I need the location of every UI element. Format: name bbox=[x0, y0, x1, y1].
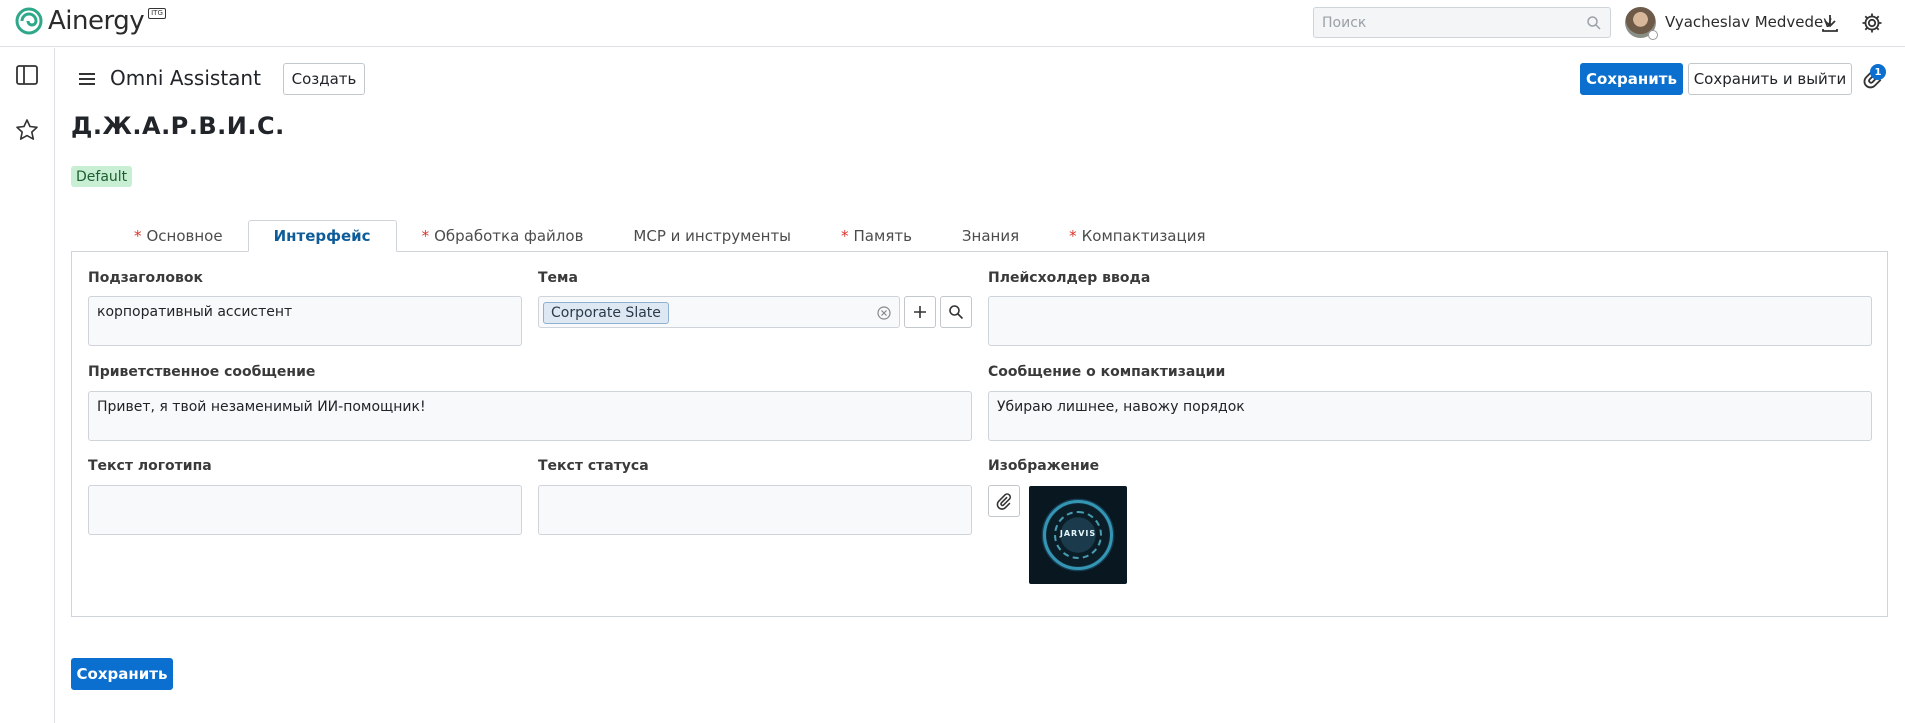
required-marker: * bbox=[1069, 227, 1077, 245]
add-theme-button[interactable] bbox=[904, 296, 936, 328]
magnifier-icon bbox=[949, 305, 964, 320]
input-placeholder-label: Плейсхолдер ввода bbox=[988, 270, 1151, 286]
logo-mark-icon bbox=[15, 7, 43, 35]
search-input[interactable] bbox=[1314, 8, 1574, 37]
footer-save-button[interactable]: Сохранить bbox=[71, 658, 173, 690]
clear-circle-icon[interactable] bbox=[875, 304, 893, 322]
search-theme-button[interactable] bbox=[940, 296, 972, 328]
logo-text-label: Текст логотипа bbox=[88, 458, 212, 474]
record-title: Д.Ж.А.Р.В.И.С. bbox=[71, 112, 285, 140]
status-badge: Default bbox=[71, 166, 133, 187]
assistant-image[interactable]: JARVIS bbox=[1029, 486, 1127, 584]
global-search bbox=[1313, 7, 1611, 38]
logo-badge: ITG bbox=[148, 8, 166, 19]
required-marker: * bbox=[841, 227, 849, 245]
logo-text: Ainergy bbox=[48, 6, 145, 36]
tab-memory[interactable]: * Память bbox=[816, 220, 937, 252]
image-label: Изображение bbox=[988, 458, 1100, 474]
save-and-exit-button[interactable]: Сохранить и выйти bbox=[1688, 63, 1852, 95]
user-name[interactable]: Vyacheslav Medvedev bbox=[1665, 13, 1832, 31]
status-text-label: Текст статуса bbox=[538, 458, 649, 474]
left-rail bbox=[0, 48, 55, 723]
search-icon[interactable] bbox=[1586, 15, 1602, 31]
tab-label: MCP и инструменты bbox=[633, 227, 792, 245]
attach-image-button[interactable] bbox=[988, 485, 1020, 517]
welcome-message-field[interactable]: Привет, я твой незаменимый ИИ-помощник! bbox=[88, 391, 972, 441]
plus-icon bbox=[914, 306, 926, 318]
tab-mcp-tools[interactable]: MCP и инструменты bbox=[608, 220, 816, 252]
tab-interface[interactable]: Интерфейс bbox=[247, 220, 397, 252]
attachment-count-badge: 1 bbox=[1870, 64, 1886, 80]
tab-bar: * Основное Интерфейс * Обработка файлов MC… bbox=[109, 220, 1230, 252]
tab-knowledge[interactable]: Знания bbox=[937, 220, 1044, 252]
top-navbar: Ainergy ITG Vyacheslav Medvedev bbox=[0, 0, 1905, 47]
required-marker: * bbox=[421, 227, 430, 245]
tab-general[interactable]: * Основное bbox=[109, 220, 248, 252]
hamburger-icon[interactable] bbox=[74, 68, 100, 90]
presence-status-icon bbox=[1648, 30, 1658, 40]
tab-label: Интерфейс bbox=[273, 227, 371, 245]
tab-label: Знания bbox=[961, 227, 1020, 245]
input-placeholder-field[interactable] bbox=[988, 296, 1872, 346]
subtitle-label: Подзаголовок bbox=[88, 270, 204, 286]
gear-icon[interactable] bbox=[1860, 11, 1884, 35]
download-icon[interactable] bbox=[1818, 11, 1842, 35]
status-text-field[interactable] bbox=[538, 485, 972, 535]
required-marker: * bbox=[134, 227, 142, 245]
breadcrumb[interactable]: Omni Assistant bbox=[110, 66, 261, 90]
tab-label: Компактизация bbox=[1081, 227, 1206, 245]
subtitle-field[interactable]: корпоративный ассистент bbox=[88, 296, 522, 346]
compaction-message-label: Сообщение о компактизации bbox=[988, 364, 1226, 380]
tab-compaction[interactable]: * Компактизация bbox=[1044, 220, 1230, 252]
theme-label: Тема bbox=[538, 270, 578, 286]
tab-label: Память bbox=[853, 227, 912, 245]
tab-label: Основное bbox=[146, 227, 223, 245]
star-icon[interactable] bbox=[14, 117, 40, 143]
compaction-message-field[interactable]: Убираю лишнее, навожу порядок bbox=[988, 391, 1872, 441]
create-button[interactable]: Создать bbox=[283, 63, 365, 95]
logo-text-field[interactable] bbox=[88, 485, 522, 535]
image-caption: JARVIS bbox=[1059, 529, 1097, 538]
tab-file-processing[interactable]: * Обработка файлов bbox=[397, 220, 609, 252]
sidebar-toggle-icon[interactable] bbox=[14, 62, 40, 88]
theme-tag[interactable]: Corporate Slate bbox=[543, 302, 669, 324]
tab-label: Обработка файлов bbox=[434, 227, 584, 245]
paperclip-icon bbox=[996, 493, 1011, 510]
welcome-message-label: Приветственное сообщение bbox=[88, 364, 316, 380]
app-logo[interactable]: Ainergy ITG bbox=[14, 6, 166, 36]
save-button[interactable]: Сохранить bbox=[1580, 63, 1683, 95]
